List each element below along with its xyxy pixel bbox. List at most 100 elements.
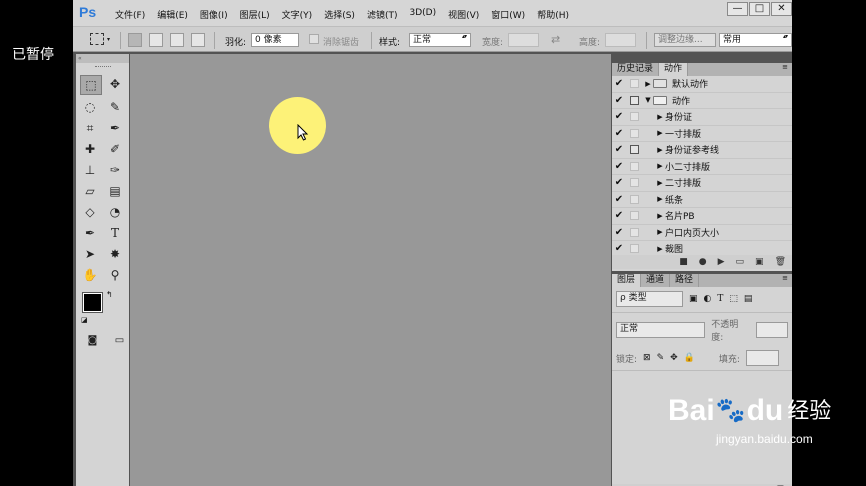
pen-tool-icon[interactable]: ✒ xyxy=(80,224,100,242)
delete-icon[interactable]: 🗑 xyxy=(775,257,786,267)
checkmark-icon[interactable]: ✔ xyxy=(612,95,626,106)
quick-mask-icon[interactable]: ◙ xyxy=(83,332,102,350)
canvas-area[interactable] xyxy=(130,54,611,486)
default-colors-icon[interactable]: ◪ xyxy=(81,316,88,324)
expand-icon[interactable]: ▶ xyxy=(655,179,665,187)
antialias-checkbox[interactable] xyxy=(309,34,319,44)
menu-filter[interactable]: 滤镜(T) xyxy=(361,8,404,21)
new-set-icon[interactable]: ▭ xyxy=(736,257,745,267)
menu-type[interactable]: 文字(Y) xyxy=(276,8,319,21)
shape-tool-icon[interactable]: ✸ xyxy=(105,245,125,263)
foreground-color-swatch[interactable] xyxy=(82,292,103,313)
crop-tool-icon[interactable]: ⌗ xyxy=(80,119,100,137)
pixel-filter-icon[interactable]: ▣ xyxy=(689,294,698,304)
subtract-selection-icon[interactable] xyxy=(170,33,184,47)
marquee-tool-icon[interactable]: ⬚ xyxy=(80,75,102,95)
panel-menu-icon[interactable]: ≡ xyxy=(782,274,792,287)
layer-filter-select[interactable]: ρ 类型 xyxy=(616,291,683,307)
height-input[interactable] xyxy=(605,33,636,47)
menu-edit[interactable]: 编辑(E) xyxy=(151,8,194,21)
new-action-icon[interactable]: ▣ xyxy=(755,257,764,267)
expand-icon[interactable]: ▶ xyxy=(655,113,665,121)
eyedropper-tool-icon[interactable]: ✒ xyxy=(105,119,125,137)
minimize-button[interactable]: — xyxy=(727,2,748,16)
tab-channels[interactable]: 通道 xyxy=(641,274,671,287)
expand-icon[interactable]: ▶ xyxy=(655,195,665,203)
menu-select[interactable]: 选择(S) xyxy=(318,8,361,21)
checkmark-icon[interactable]: ✔ xyxy=(612,111,626,122)
checkmark-icon[interactable]: ✔ xyxy=(612,243,626,254)
feather-input[interactable]: 0 像素 xyxy=(251,33,299,47)
dialog-toggle[interactable] xyxy=(630,227,639,237)
dialog-toggle[interactable] xyxy=(630,112,639,122)
history-brush-tool-icon[interactable]: ✑ xyxy=(105,161,125,179)
checkmark-icon[interactable]: ✔ xyxy=(612,78,626,89)
hand-tool-icon[interactable]: ✋ xyxy=(80,266,100,284)
record-icon[interactable]: ● xyxy=(699,257,707,267)
lasso-tool-icon[interactable]: ◌ xyxy=(80,98,100,116)
action-row[interactable]: ✔ ▶ 纸条 xyxy=(612,192,792,208)
width-input[interactable] xyxy=(508,33,539,47)
checkmark-icon[interactable]: ✔ xyxy=(612,128,626,139)
checkmark-icon[interactable]: ✔ xyxy=(612,194,626,205)
expand-icon[interactable]: ▶ xyxy=(643,80,653,88)
lock-pixels-icon[interactable]: ✎ xyxy=(657,353,665,363)
eraser-tool-icon[interactable]: ▱ xyxy=(80,182,100,200)
play-icon[interactable]: ▶ xyxy=(718,257,725,267)
dialog-toggle[interactable] xyxy=(630,128,639,138)
expand-icon[interactable]: ▶ xyxy=(655,146,665,154)
checkmark-icon[interactable]: ✔ xyxy=(612,144,626,155)
new-selection-icon[interactable] xyxy=(128,33,142,47)
lock-position-icon[interactable]: ✥ xyxy=(670,353,678,363)
swap-colors-icon[interactable]: ↰ xyxy=(106,290,113,299)
add-selection-icon[interactable] xyxy=(149,33,163,47)
shape-filter-icon[interactable]: ⬚ xyxy=(729,294,738,304)
swap-icon[interactable]: ⇄ xyxy=(551,33,560,46)
workspace-select[interactable]: 常用 xyxy=(719,33,792,47)
brush-tool-icon[interactable]: ✐ xyxy=(105,140,125,158)
dialog-toggle[interactable] xyxy=(630,178,639,188)
quick-select-tool-icon[interactable]: ✎ xyxy=(105,98,125,116)
dialog-toggle[interactable] xyxy=(630,95,639,105)
zoom-tool-icon[interactable]: ⚲ xyxy=(105,266,125,284)
tab-history[interactable]: 历史记录 xyxy=(612,63,660,76)
menu-layer[interactable]: 图层(L) xyxy=(234,8,276,21)
checkmark-icon[interactable]: ✔ xyxy=(612,210,626,221)
blend-mode-select[interactable]: 正常 xyxy=(616,322,706,338)
action-row[interactable]: ✔ ▶ 身份证参考线 xyxy=(612,142,792,159)
dialog-toggle[interactable] xyxy=(630,244,639,254)
action-row[interactable]: ✔ ▶ 身份证 xyxy=(612,109,792,126)
panel-menu-icon[interactable]: ≡ xyxy=(782,63,792,76)
expand-icon[interactable]: ▶ xyxy=(655,212,665,220)
gradient-tool-icon[interactable]: ▤ xyxy=(105,182,125,200)
action-row[interactable]: ✔ ▶ 小二寸排版 xyxy=(612,159,792,175)
action-row[interactable]: ✔ ▶ 裁图 xyxy=(612,241,792,255)
type-filter-icon[interactable]: T xyxy=(717,294,723,304)
smart-object-filter-icon[interactable]: ▤ xyxy=(744,294,753,304)
blur-tool-icon[interactable]: ◇ xyxy=(80,203,100,221)
type-tool-icon[interactable]: T xyxy=(105,224,125,242)
stop-icon[interactable]: ■ xyxy=(679,257,688,267)
dialog-toggle[interactable] xyxy=(630,145,639,155)
screen-mode-icon[interactable]: ▭ xyxy=(110,332,129,350)
menu-help[interactable]: 帮助(H) xyxy=(531,8,575,21)
expand-icon[interactable]: ▶ xyxy=(655,129,665,137)
tab-layers[interactable]: 图层 xyxy=(612,274,642,287)
action-row[interactable]: ✔ ▶ 二寸排版 xyxy=(612,175,792,192)
checkmark-icon[interactable]: ✔ xyxy=(612,177,626,188)
path-select-tool-icon[interactable]: ➤ xyxy=(80,245,100,263)
fill-input[interactable] xyxy=(745,350,779,366)
close-button[interactable]: ✕ xyxy=(771,2,792,16)
dialog-toggle[interactable] xyxy=(630,79,639,89)
expand-icon[interactable]: ▶ xyxy=(655,228,665,236)
opacity-input[interactable] xyxy=(755,322,788,338)
dialog-toggle[interactable] xyxy=(630,211,639,221)
lock-transparent-icon[interactable]: ⊠ xyxy=(643,353,651,363)
dodge-tool-icon[interactable]: ◔ xyxy=(105,203,125,221)
menu-3d[interactable]: 3D(D) xyxy=(403,8,442,21)
move-tool-icon[interactable]: ✥ xyxy=(105,75,125,93)
panel-collapse-icon[interactable]: « xyxy=(76,54,129,63)
action-row[interactable]: ✔ ▶ 户口内页大小 xyxy=(612,225,792,241)
refine-edge-button[interactable]: 调整边缘... xyxy=(654,33,716,47)
action-row[interactable]: ✔ ▶ 默认动作 xyxy=(612,76,792,93)
